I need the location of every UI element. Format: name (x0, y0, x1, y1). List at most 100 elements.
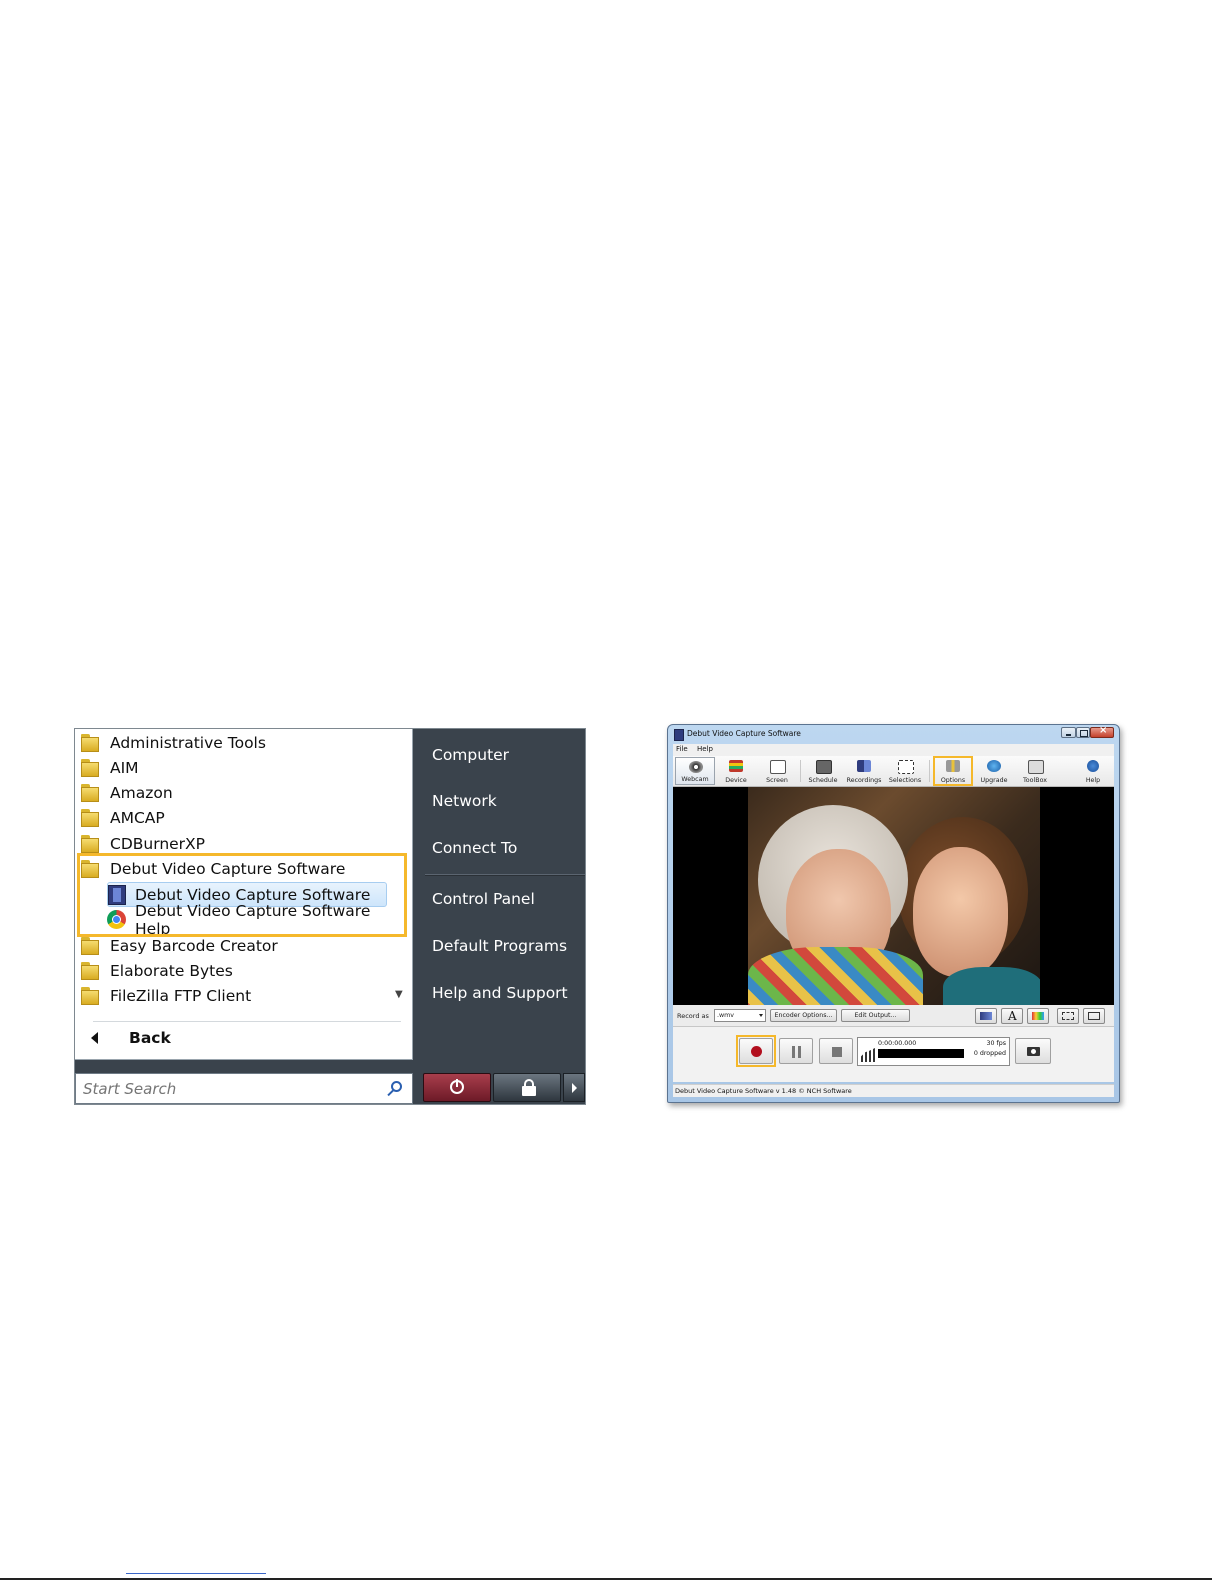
help-icon (1087, 760, 1099, 772)
program-folder[interactable]: Elaborate Bytes (81, 958, 399, 983)
start-item-default-programs[interactable]: Default Programs (432, 937, 567, 955)
photo-region (943, 967, 1040, 1005)
divider (929, 760, 930, 782)
back-arrow-icon (91, 1032, 98, 1044)
title-bar[interactable]: Debut Video Capture Software (668, 725, 1119, 742)
highlight-box (77, 853, 407, 937)
device-icon (729, 760, 743, 772)
back-button[interactable]: Back (91, 1029, 171, 1047)
toolbar-webcam[interactable]: Webcam (675, 757, 715, 785)
status-bar: Debut Video Capture Software v 1.48 © NC… (673, 1084, 1114, 1097)
toolbar-schedule[interactable]: Schedule (803, 757, 843, 785)
power-button[interactable] (423, 1073, 491, 1102)
audio-level-icon (861, 1048, 875, 1062)
pause-button[interactable] (779, 1038, 813, 1064)
program-label: AMCAP (110, 808, 165, 827)
text-icon: A (1008, 1009, 1017, 1023)
toolbar-help[interactable]: Help (1073, 757, 1113, 785)
start-search-box[interactable] (75, 1073, 413, 1104)
program-folder[interactable]: AIM (81, 755, 399, 780)
format-select[interactable]: .wmv (714, 1009, 766, 1022)
program-folder[interactable]: Administrative Tools (81, 730, 399, 755)
lock-icon (522, 1079, 536, 1096)
fullscreen-icon (1088, 1012, 1100, 1020)
start-menu-programs-pane: Administrative Tools AIM Amazon AMCAP CD… (75, 729, 413, 1060)
toolbar-label: Upgrade (980, 777, 1008, 784)
search-icon[interactable] (391, 1081, 402, 1092)
toolbar-label: ToolBox (1023, 777, 1047, 784)
program-folder[interactable]: FileZilla FTP Client (81, 983, 399, 1008)
divider (800, 760, 801, 782)
menu-help[interactable]: Help (697, 745, 713, 753)
start-item-computer[interactable]: Computer (432, 746, 509, 764)
start-item-connect-to[interactable]: Connect To (432, 839, 517, 857)
toolbar-upgrade[interactable]: Upgrade (974, 757, 1014, 785)
program-folder[interactable]: Amazon (81, 780, 399, 805)
text-caption-button[interactable]: A (1001, 1008, 1023, 1024)
toolbar-toolbox[interactable]: ToolBox (1015, 757, 1055, 785)
stop-button[interactable] (819, 1038, 853, 1064)
folder-icon (81, 733, 99, 752)
edit-output-button[interactable]: Edit Output... (841, 1009, 910, 1022)
color-adjust-button[interactable] (1027, 1008, 1049, 1024)
divider (425, 874, 585, 876)
footer-rule (0, 1578, 1212, 1580)
webcam-icon (689, 761, 703, 773)
format-value: .wmv (717, 1012, 735, 1019)
maximize-button[interactable] (1076, 727, 1090, 738)
folder-icon (81, 936, 99, 955)
app-icon (674, 729, 684, 741)
recording-status: 0:00:00.000 30 fps 0 dropped (857, 1037, 1010, 1066)
toolbar-screen[interactable]: Screen (757, 757, 797, 785)
program-label: FileZilla FTP Client (110, 986, 252, 1005)
crop-button[interactable] (1057, 1008, 1079, 1024)
selections-icon (898, 760, 914, 774)
folder-icon (81, 834, 99, 853)
search-input[interactable] (83, 1079, 368, 1098)
program-label: AIM (110, 758, 139, 777)
fullscreen-button[interactable] (1083, 1008, 1105, 1024)
photo-region (913, 847, 1008, 977)
shutdown-options-button[interactable] (563, 1073, 585, 1102)
toolbar-selections[interactable]: Selections (885, 757, 925, 785)
toolbar-label: Help (1085, 777, 1101, 784)
program-folder[interactable]: AMCAP (81, 805, 399, 830)
dropped-frames: 0 dropped (973, 1050, 1006, 1057)
film-icon (980, 1012, 992, 1020)
progress-meter (878, 1049, 964, 1058)
webcam-preview (673, 787, 1114, 1005)
start-menu: Administrative Tools AIM Amazon AMCAP CD… (74, 728, 586, 1105)
arrow-right-icon (572, 1083, 577, 1093)
encoder-options-button[interactable]: Encoder Options... (770, 1009, 837, 1022)
debut-window: Debut Video Capture Software File Help W… (667, 724, 1120, 1103)
program-label: Administrative Tools (110, 733, 266, 752)
start-item-network[interactable]: Network (432, 792, 497, 810)
pause-icon (792, 1046, 795, 1058)
minimize-button[interactable] (1061, 727, 1076, 738)
lock-button[interactable] (493, 1073, 561, 1102)
close-button[interactable] (1090, 725, 1114, 738)
footnote-link-underline (126, 1573, 266, 1574)
video-effects-button[interactable] (975, 1008, 997, 1024)
highlight-box (933, 756, 973, 786)
toolbar-recordings[interactable]: Recordings (844, 757, 884, 785)
snapshot-button[interactable] (1015, 1038, 1051, 1064)
toolbar-label: Screen (766, 777, 788, 784)
start-item-control-panel[interactable]: Control Panel (432, 890, 535, 908)
fps-readout: 30 fps (986, 1040, 1006, 1047)
divider (93, 1021, 401, 1022)
start-item-help-and-support[interactable]: Help and Support (432, 984, 568, 1002)
chevron-down-icon (759, 1014, 763, 1017)
stop-icon (832, 1047, 842, 1057)
program-label: Amazon (110, 783, 173, 802)
program-label: CDBurnerXP (110, 834, 206, 853)
preview-photo (748, 787, 1040, 1005)
menu-file[interactable]: File (676, 745, 688, 753)
toolbar-device[interactable]: Device (716, 757, 756, 785)
screen-icon (770, 760, 786, 774)
menu-bar: File Help (673, 744, 1114, 756)
back-label: Back (129, 1029, 171, 1047)
folder-icon (81, 986, 99, 1005)
program-label: Easy Barcode Creator (110, 936, 278, 955)
scroll-down-arrow-icon[interactable]: ▼ (395, 989, 403, 1000)
